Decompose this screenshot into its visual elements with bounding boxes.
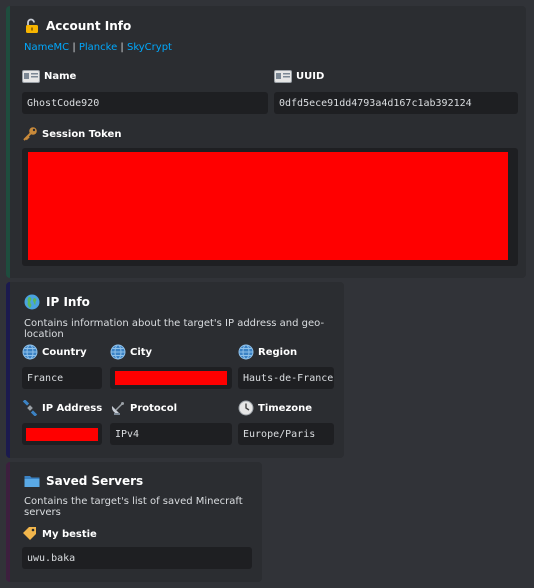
account-info-title: Account Info [24,18,512,34]
id-card-icon [274,70,292,83]
account-info-title-text: Account Info [46,19,132,33]
ip-info-description: Contains information about the target's … [24,318,325,340]
globe-meridians-icon [110,344,126,360]
name-value: GhostCode920 [22,92,268,114]
unlocked-padlock-icon [24,18,40,34]
server-item-value: uwu.baka [22,547,252,569]
skycrypt-link[interactable]: SkyCrypt [127,42,172,53]
plancke-link[interactable]: Plancke [79,42,117,53]
uuid-field-label: UUID [274,70,324,83]
session-token-field-label: Session Token [22,126,121,142]
saved-servers-description: Contains the target's list of saved Mine… [24,496,243,518]
timezone-field-label: Timezone [238,400,312,416]
session-token-redaction [28,152,508,260]
clock-icon [238,400,254,416]
saved-servers-title-text: Saved Servers [46,474,144,488]
globe-meridians-icon [22,344,38,360]
globe-meridians-icon [238,344,254,360]
ip-info-embed: IP Info Contains information about the t… [6,282,344,458]
session-token-value [22,148,518,266]
ip-address-redaction [26,428,98,441]
uuid-value: 0dfd5ece91dd4793a4d167c1ab392124 [274,92,518,114]
satellite-antenna-icon [110,400,126,416]
ip-info-title-text: IP Info [46,295,90,309]
region-value: Hauts-de-France [238,367,334,389]
city-field-label: City [110,344,152,360]
city-redaction [115,371,227,385]
country-field-label: Country [22,344,87,360]
ip-address-value [22,423,102,445]
name-field-label: Name [22,70,76,83]
protocol-field-label: Protocol [110,400,177,416]
ip-address-field-label: IP Address [22,400,102,416]
account-info-embed: Account Info NameMC | Plancke | SkyCrypt… [6,6,526,278]
country-value: France [22,367,102,389]
id-card-icon [22,70,40,83]
city-value [110,367,232,389]
satellite-icon [22,400,38,416]
region-field-label: Region [238,344,297,360]
globe-europe-africa-icon [24,294,40,310]
link-separator: | [72,42,76,53]
timezone-value: Europe/Paris [238,423,334,445]
ip-info-title: IP Info [24,294,330,310]
protocol-value: IPv4 [110,423,232,445]
namemc-link[interactable]: NameMC [24,42,69,53]
key-icon [22,126,38,142]
server-item-label: My bestie [22,526,97,542]
saved-servers-title: Saved Servers [24,474,248,488]
profile-links: NameMC | Plancke | SkyCrypt [24,42,512,53]
folder-icon [24,474,40,488]
label-tag-icon [22,526,38,542]
link-separator: | [120,42,124,53]
saved-servers-embed: Saved Servers Contains the target's list… [6,462,262,582]
